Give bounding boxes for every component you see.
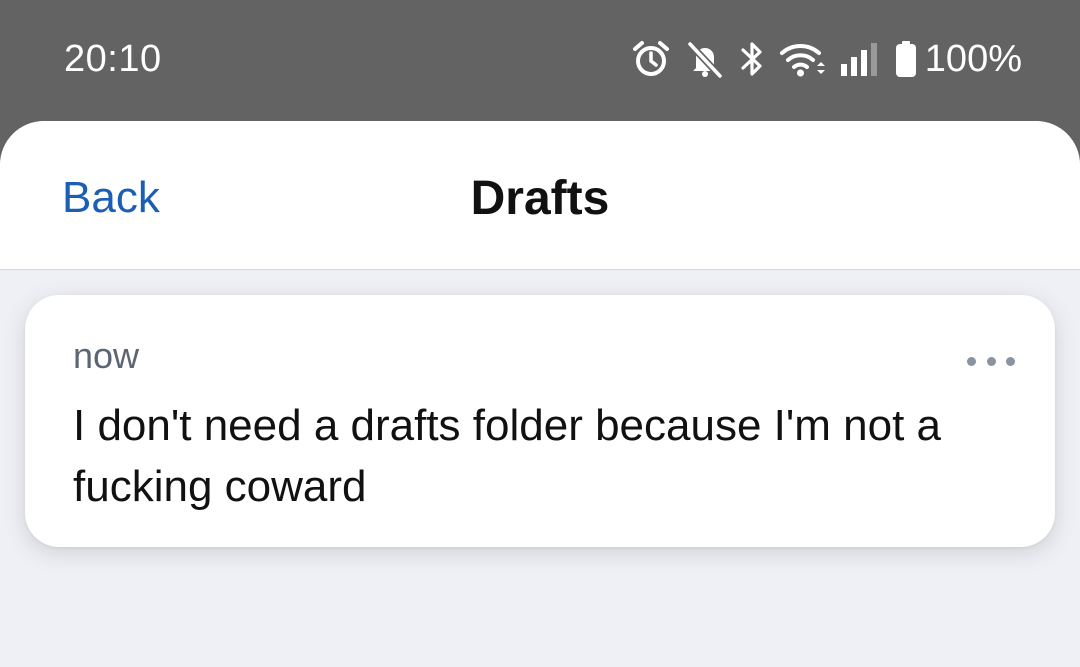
draft-card[interactable]: now I don't need a drafts folder because… [25,295,1055,547]
page-title: Drafts [470,172,610,225]
alarm-icon [631,39,671,79]
draft-timestamp: now [73,335,140,376]
more-dot [986,356,996,366]
nav-header: Back Drafts [0,121,1080,270]
battery-percent: 100% [924,37,1022,80]
more-options-icon[interactable] [967,349,1015,373]
status-bar: 20:10 100% [0,0,1080,120]
battery-icon [895,39,917,79]
draft-text: I don't need a drafts folder because I'm… [73,401,942,511]
wifi-icon [779,39,825,79]
more-dot [1006,356,1015,366]
status-time: 20:10 [64,38,162,80]
status-icons: 100% [631,36,1022,82]
notifications-off-icon [685,39,725,79]
bluetooth-icon [739,39,765,79]
signal-icon [839,39,881,79]
drafts-sheet: Back Drafts now I don't need a drafts fo… [0,121,1080,667]
more-dot [967,356,976,366]
